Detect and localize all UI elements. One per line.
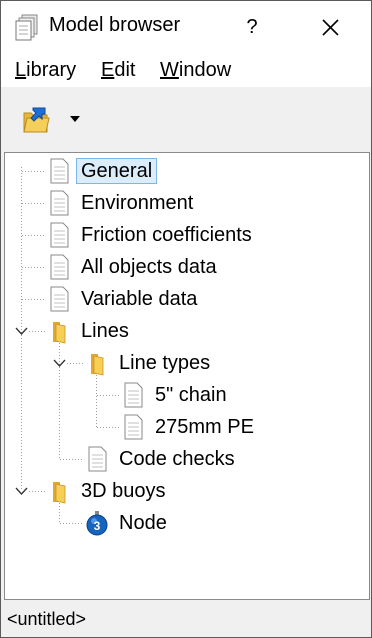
toolbar [1, 87, 371, 151]
help-button[interactable]: ? [237, 11, 267, 43]
menu-library-rest: ibrary [26, 59, 77, 81]
document-icon [50, 254, 69, 280]
document-icon [50, 190, 69, 216]
status-bar: <untitled> [1, 601, 371, 637]
folder-icon [53, 322, 66, 344]
menu-edit-accel: E [101, 59, 115, 81]
buoy-3d-icon: 3 [86, 511, 108, 536]
tree-item-label: 3D buoys [81, 480, 166, 502]
buoy-badge: 3 [94, 519, 101, 533]
tree-item-label: All objects data [81, 256, 217, 278]
menu-edit-rest: dit [114, 59, 136, 81]
window-title: Model browser [49, 14, 181, 36]
menu-bar: Library Edit Window [1, 53, 371, 87]
document-icon [50, 286, 69, 312]
model-browser-window: Model browser ? Library Edit Window Gene… [0, 0, 372, 638]
expander-chevrons [15, 327, 66, 495]
folder-icon [91, 354, 104, 376]
close-icon [322, 19, 339, 36]
document-icon [124, 382, 143, 408]
folder-icon [53, 482, 66, 504]
close-button[interactable] [301, 7, 359, 47]
tree-item-line-types[interactable]: Line types [85, 348, 285, 378]
tree-item-5in-chain[interactable]: 5" chain [121, 380, 321, 410]
tree-item-general[interactable]: General [47, 156, 247, 186]
tree-item-label: General [75, 158, 158, 184]
status-text: <untitled> [7, 609, 87, 629]
menu-edit[interactable]: Edit [101, 59, 135, 82]
tree-item-variable-data[interactable]: Variable data [47, 284, 287, 314]
menu-library-accel: L [15, 59, 27, 81]
tree-item-275mm-pe[interactable]: 275mm PE [121, 412, 321, 442]
tree-item-label: Code checks [119, 448, 235, 470]
tree-item-label: Line types [119, 352, 211, 374]
menu-window-accel: W [160, 59, 179, 81]
document-icon [50, 222, 69, 248]
tree-item-label: 5" chain [155, 384, 227, 406]
tree-item-node[interactable]: 3 Node [85, 508, 285, 538]
tree-item-environment[interactable]: Environment [47, 188, 267, 218]
tree-item-label: Node [119, 512, 167, 534]
title-bar: Model browser ? [1, 1, 371, 53]
document-icon [50, 158, 69, 184]
tree-item-label: Lines [81, 320, 129, 342]
model-tree: General Environment Friction coefficient… [4, 152, 370, 600]
tree-item-label: Environment [81, 192, 194, 214]
tree-item-friction-coefficients[interactable]: Friction coefficients [47, 220, 347, 250]
chevron-down-icon[interactable] [67, 111, 83, 127]
app-documents-icon [15, 14, 38, 41]
tree-item-label: 275mm PE [155, 416, 254, 438]
tree-item-label: Friction coefficients [81, 224, 252, 246]
menu-library[interactable]: Library [15, 59, 76, 82]
menu-window-rest: indow [178, 59, 232, 81]
tree-item-label: Variable data [81, 288, 198, 310]
tree-item-code-checks[interactable]: Code checks [85, 444, 305, 474]
document-icon [124, 414, 143, 440]
open-folder-icon[interactable] [21, 105, 51, 135]
document-icon [88, 446, 107, 472]
tree-item-3d-buoys[interactable]: 3D buoys [47, 476, 247, 506]
tree-item-lines[interactable]: Lines [47, 316, 247, 346]
tree-item-all-objects-data[interactable]: All objects data [47, 252, 307, 282]
menu-window[interactable]: Window [160, 59, 231, 82]
